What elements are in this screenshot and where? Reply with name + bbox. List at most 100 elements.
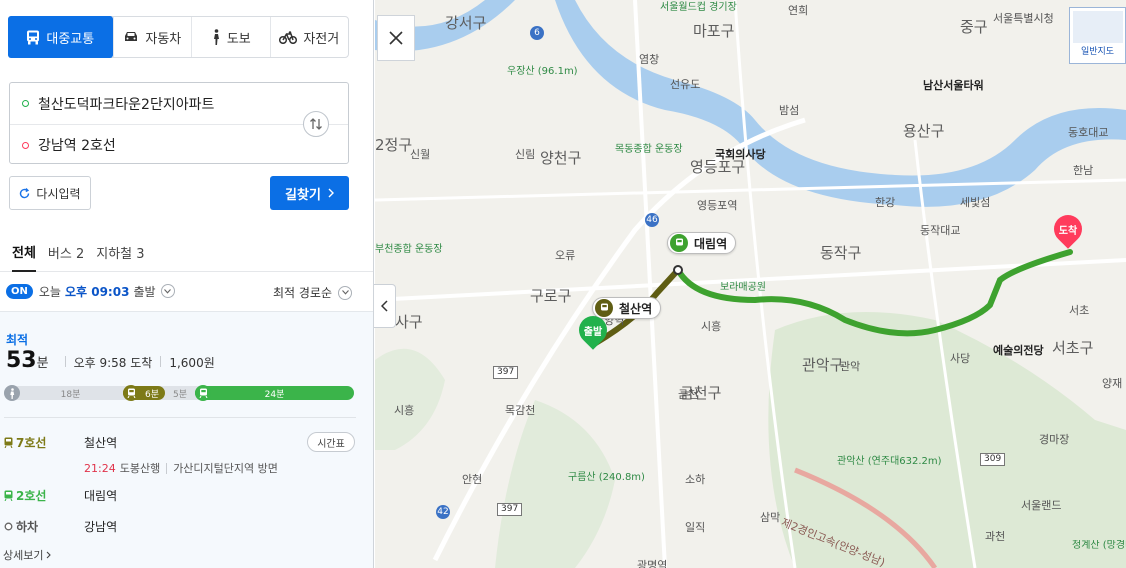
mode-transit-tab[interactable]: 대중교통 <box>8 16 113 58</box>
start-field[interactable]: 철산도덕파크타운2단지아파트 <box>10 83 348 124</box>
walk-icon <box>213 29 219 45</box>
sort-label: 최적 경로순 <box>272 286 332 300</box>
step-alight: 하차 강남역 <box>4 518 117 535</box>
poi-label: 구름산 (240.8m) <box>568 472 645 483</box>
result-tabs: 전체 버스 2 지하철 3 <box>0 232 373 272</box>
end-field[interactable]: 강남역 2호선 <box>10 124 348 165</box>
find-route-label: 길찾기 <box>285 187 321 203</box>
road-number-badge: 46 <box>645 213 659 227</box>
district-label: 양천구 <box>540 149 582 167</box>
subway-icon <box>4 437 13 448</box>
route-panel: 대중교통 자동차 도보 자전거 철산도덕파크타운2단지아파트 강남역 2호선 다 <box>0 0 374 568</box>
map-view[interactable]: 일반지도 강서구 마포구 중구 양천구 영등포구 용산구 구로구 동작구 관악구… <box>375 0 1126 568</box>
walk-icon <box>4 385 20 401</box>
duration-summary: 53 분 오후 9:58 도착 1,600원 <box>6 348 215 373</box>
bus-icon <box>27 30 40 44</box>
poi-label: 예술의전당 <box>993 344 1044 357</box>
map-label: 일직 <box>685 521 706 534</box>
sort-dropdown[interactable]: 최적 경로순 <box>273 284 352 301</box>
poi-label: 목동종합 운동장 <box>615 144 683 155</box>
detail-label: 상세보기 <box>3 549 44 562</box>
station-name: 철산역 <box>84 436 118 450</box>
bicycle-icon <box>279 30 298 44</box>
map-label: 영등포역 <box>697 199 738 212</box>
map-label: 동작대교 <box>920 224 961 237</box>
map-label: 삼막 <box>760 511 781 524</box>
on-toggle[interactable]: ON <box>6 283 33 299</box>
district-label: 구로구 <box>530 287 572 305</box>
station-name: 대림역 <box>84 489 118 503</box>
district-label: 동작구 <box>820 244 862 262</box>
mode-label: 대중교통 <box>46 31 95 47</box>
map-label: 밤섬 <box>779 104 800 117</box>
collapse-panel-button[interactable] <box>374 284 396 328</box>
tab-subway[interactable]: 지하철 3 <box>96 232 144 272</box>
chevron-down-icon <box>164 288 171 294</box>
train-time: 21:24 <box>84 461 116 475</box>
refresh-icon <box>20 187 30 198</box>
day-label: 오늘 <box>38 284 61 299</box>
mode-bicycle-tab[interactable]: 자전거 <box>269 17 348 57</box>
poi-label: 서울특별시청 <box>993 12 1054 25</box>
map-label: 목감천 <box>505 404 536 417</box>
route-result-card[interactable]: 최적 53 분 오후 9:58 도착 1,600원 18분 6분 5분 24분 <box>0 311 373 568</box>
district-label: 마포구 <box>693 22 735 40</box>
best-badge: 최적 <box>6 333 29 347</box>
end-value: 강남역 2호선 <box>38 138 116 154</box>
detail-link[interactable]: 상세보기 <box>3 547 52 563</box>
road-number-badge: 6 <box>530 26 544 40</box>
start-pin-label: 출발 <box>583 327 603 338</box>
tab-bus[interactable]: 버스 2 <box>48 232 84 272</box>
transfer-station-marker[interactable]: 대림역 <box>667 232 737 254</box>
step-line2: 2호선 대림역 <box>4 487 117 504</box>
map-label: 오류 <box>555 249 576 262</box>
subway-icon <box>595 299 613 317</box>
separator <box>64 356 66 367</box>
map-label: 광명역 <box>637 559 668 568</box>
close-route-button[interactable] <box>377 15 415 61</box>
fare: 1,600원 <box>169 356 215 370</box>
car-icon <box>125 32 138 41</box>
map-type-button[interactable]: 일반지도 <box>1069 7 1126 64</box>
start-dot-icon <box>22 100 29 107</box>
map-label: 시흥 <box>701 320 722 333</box>
alight-circle-icon <box>4 522 13 531</box>
timetable-button[interactable]: 시간표 <box>307 432 355 452</box>
mode-car-tab[interactable]: 자동차 <box>112 17 191 57</box>
map-label: 세빛섬 <box>960 196 991 209</box>
map-label: 한남 <box>1073 164 1094 177</box>
map-label: 염창 <box>639 53 660 66</box>
reset-button[interactable]: 다시입력 <box>9 176 91 210</box>
subway-icon <box>670 234 688 252</box>
mode-label: 자전거 <box>303 31 340 47</box>
depart-suffix: 출발 <box>133 284 156 299</box>
chevron-down-icon <box>341 290 349 295</box>
end-pin[interactable]: 도착 <box>1048 209 1088 251</box>
mode-label: 도보 <box>226 31 251 47</box>
tab-all[interactable]: 전체 <box>12 232 36 272</box>
swap-button[interactable] <box>303 111 329 137</box>
map-label: 서초 <box>1069 304 1090 317</box>
route-timeline-bar: 18분 6분 5분 24분 <box>4 385 354 401</box>
start-pin[interactable]: 출발 <box>573 310 613 352</box>
subway-icon <box>195 385 211 401</box>
place-label: 연희 <box>788 4 809 17</box>
poi-label: 남산서울타워 <box>923 79 984 92</box>
road-number-badge: 42 <box>436 505 450 519</box>
poi-label: 우장산 (96.1m) <box>507 66 578 77</box>
station-name: 강남역 <box>84 520 118 534</box>
end-dot-icon <box>22 141 29 149</box>
district-label: 용산구 <box>903 122 945 140</box>
step-line-label: 하차 <box>4 518 84 535</box>
departure-time[interactable]: 오후 09:03 <box>65 283 129 300</box>
map-type-thumbnail <box>1073 11 1123 43</box>
road-number-badge: 309 <box>980 453 1006 466</box>
mode-walk-tab[interactable]: 도보 <box>191 17 269 57</box>
chevron-right-icon <box>328 188 334 198</box>
find-route-button[interactable]: 길찾기 <box>270 176 349 210</box>
map-label: 안현 <box>462 473 483 486</box>
close-icon <box>389 31 403 45</box>
poi-label: 부천종합 운동장 <box>375 244 443 255</box>
district-label: 관악구 <box>802 356 844 374</box>
time-dropdown-button[interactable] <box>160 284 175 298</box>
